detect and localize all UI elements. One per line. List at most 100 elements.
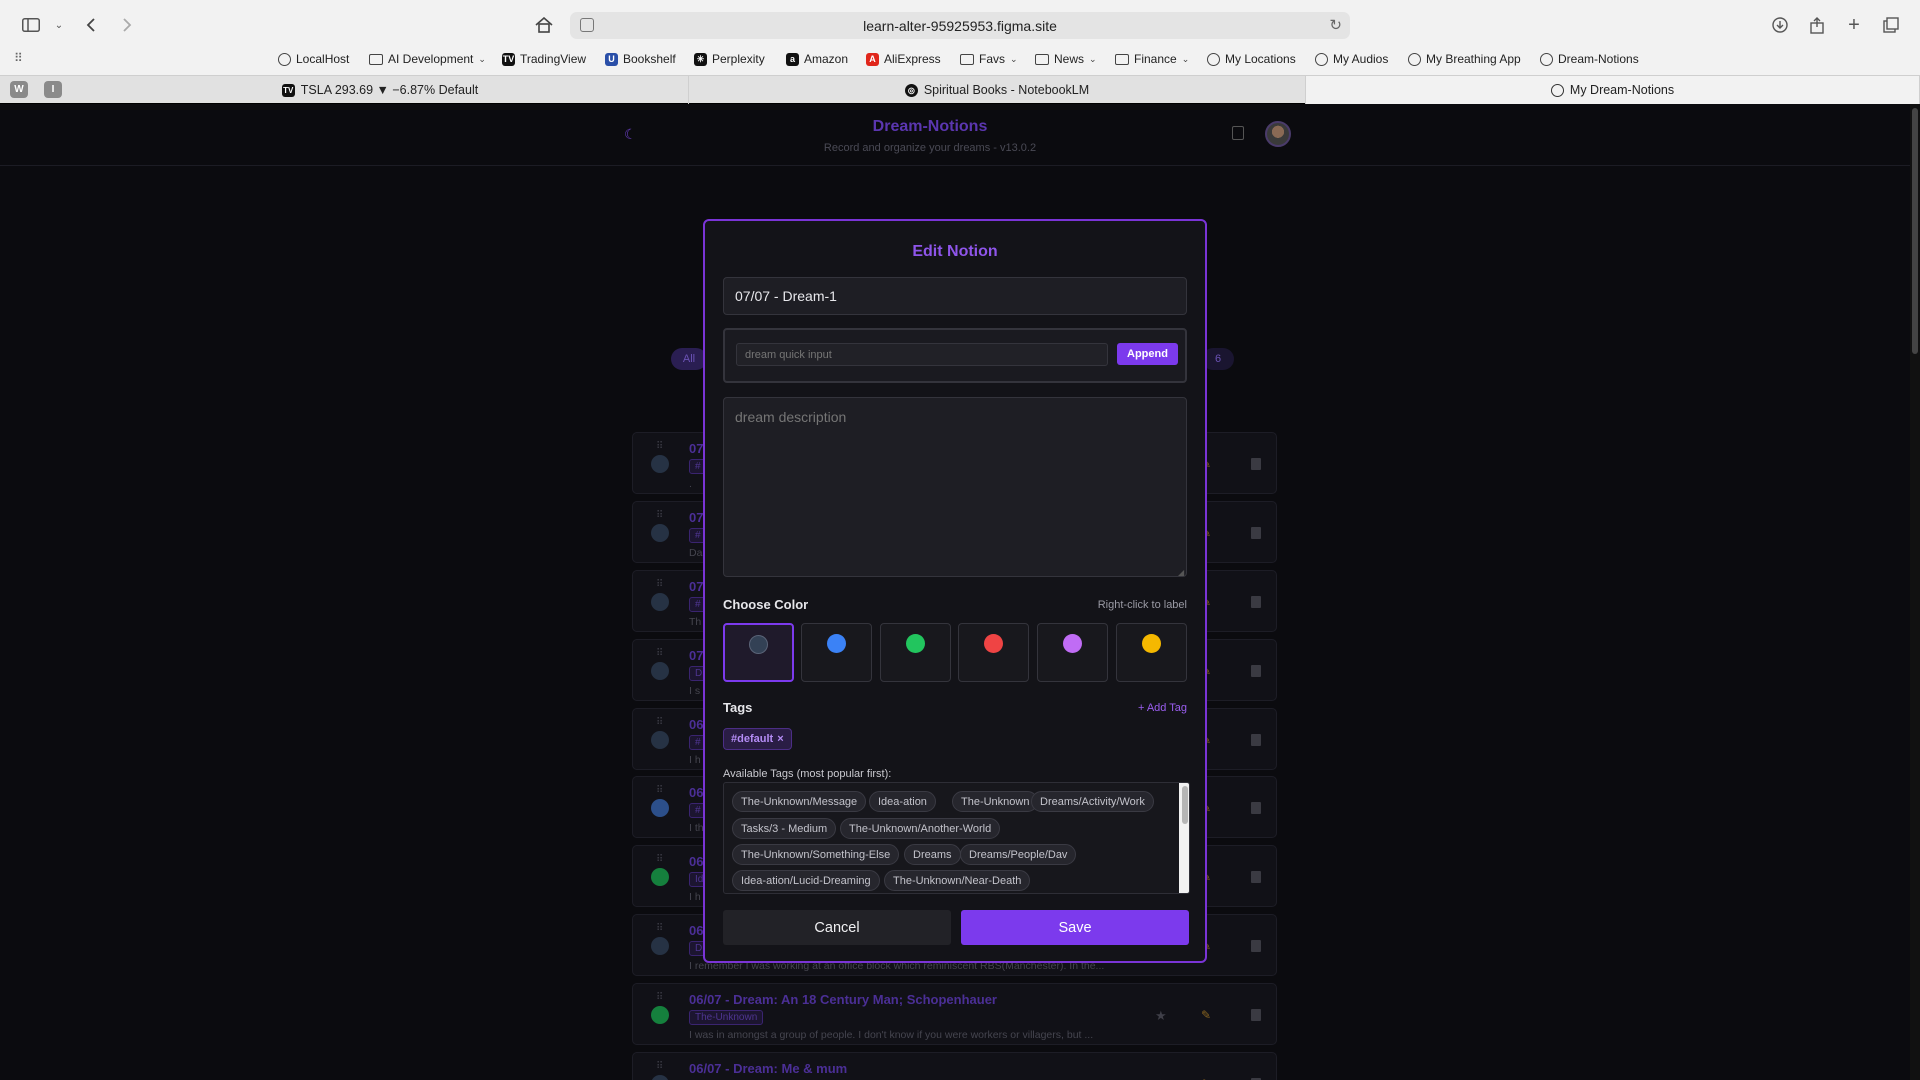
trash-icon[interactable]	[1251, 665, 1261, 677]
bookmark-bookshelf[interactable]: U Bookshelf	[605, 50, 676, 68]
cancel-button[interactable]: Cancel	[723, 910, 951, 945]
bookmark-my-locations[interactable]: My Locations	[1207, 50, 1296, 68]
trash-icon[interactable]	[1251, 734, 1261, 746]
trash-icon[interactable]	[1251, 458, 1261, 470]
selected-tag-chip[interactable]: #default ×	[723, 728, 792, 750]
row-title[interactable]: 07	[689, 648, 703, 663]
share-icon[interactable]	[1806, 14, 1828, 36]
site-settings-icon[interactable]	[580, 18, 594, 32]
row-title[interactable]: 06	[689, 785, 703, 800]
apps-grid-icon[interactable]: ⠿	[14, 51, 23, 65]
tab-dream-notions[interactable]: My Dream-Notions	[1306, 76, 1920, 104]
row-title[interactable]: 06/07 - Dream: An 18 Century Man; Schope…	[689, 992, 997, 1007]
available-tag[interactable]: The-Unknown	[952, 791, 1039, 812]
chevron-down-icon[interactable]: ⌄	[48, 14, 70, 36]
pinned-tab-w[interactable]: W	[10, 81, 28, 98]
color-swatch[interactable]	[723, 623, 794, 682]
bookmark-news[interactable]: News ⌄	[1035, 50, 1097, 68]
home-icon[interactable]	[533, 14, 555, 36]
dream-quick-input[interactable]	[736, 343, 1108, 366]
trash-icon[interactable]	[1251, 802, 1261, 814]
available-tag[interactable]: Dreams/People/Dav	[960, 844, 1077, 865]
star-icon[interactable]: ★	[1155, 1008, 1167, 1024]
row-title[interactable]: 07	[689, 579, 703, 594]
avatar[interactable]	[1265, 121, 1291, 147]
tab-tsla[interactable]: TV TSLA 293.69 ▼ −6.87% Default	[72, 76, 689, 104]
available-tag[interactable]: The-Unknown/Message	[732, 791, 867, 812]
trash-icon[interactable]	[1251, 596, 1261, 608]
save-button[interactable]: Save	[961, 910, 1189, 945]
tab-notebooklm[interactable]: ◎ Spiritual Books - NotebookLM	[689, 76, 1306, 104]
bookmark-ai-development[interactable]: AI Development ⌄	[369, 50, 486, 68]
color-swatch[interactable]	[880, 623, 951, 682]
dream-description-textarea[interactable]	[723, 397, 1187, 577]
tab-label: TSLA 293.69 ▼ −6.87% Default	[300, 83, 479, 97]
forward-icon[interactable]	[116, 14, 138, 36]
page-scrollbar-thumb[interactable]	[1912, 108, 1918, 354]
append-button[interactable]: Append	[1117, 343, 1178, 365]
available-tag[interactable]: The-Unknown/Another-World	[840, 818, 1001, 839]
notion-row[interactable]: ⠿ 06/07 - Dream: An 18 Century Man; Schop…	[632, 983, 1277, 1045]
color-swatch[interactable]	[1037, 623, 1108, 682]
downloads-icon[interactable]	[1769, 14, 1791, 36]
trash-icon[interactable]	[1251, 1009, 1261, 1021]
resize-grip-icon[interactable]: ◢	[1178, 568, 1184, 577]
bookmark-tradingview[interactable]: TV TradingView	[502, 50, 586, 68]
bookmark-favs[interactable]: Favs ⌄	[960, 50, 1018, 68]
back-icon[interactable]	[80, 14, 102, 36]
tags-scrollbar-thumb[interactable]	[1182, 786, 1188, 824]
clipboard-icon[interactable]	[1232, 126, 1244, 140]
available-tag[interactable]: Dreams	[904, 844, 961, 865]
drag-handle-icon[interactable]: ⠿	[656, 717, 664, 728]
drag-handle-icon[interactable]: ⠿	[656, 648, 664, 659]
available-tag[interactable]: The-Unknown/Something-Else	[732, 844, 900, 865]
reload-icon[interactable]: ↻	[1329, 16, 1342, 34]
bookmark-my-breathing-app[interactable]: My Breathing App	[1408, 50, 1521, 68]
drag-handle-icon[interactable]: ⠿	[656, 923, 664, 934]
add-tag-button[interactable]: + Add Tag	[1138, 702, 1187, 714]
notion-title-input[interactable]	[723, 277, 1187, 315]
notion-row[interactable]: ⠿06/07 - Dream: Me & mum★✎	[632, 1052, 1277, 1080]
drag-handle-icon[interactable]: ⠿	[656, 1061, 664, 1072]
drag-handle-icon[interactable]: ⠿	[656, 441, 664, 452]
color-swatch[interactable]	[801, 623, 872, 682]
row-title[interactable]: 06	[689, 717, 703, 732]
address-bar[interactable]: learn-alter-95925953.figma.site ↻	[570, 12, 1350, 39]
bookmark-perplexity[interactable]: ✳ Perplexity	[694, 50, 765, 68]
row-title[interactable]: 06/07 - Dream: Me & mum	[689, 1061, 847, 1076]
drag-handle-icon[interactable]: ⠿	[656, 992, 664, 1003]
trash-icon[interactable]	[1251, 940, 1261, 952]
row-title[interactable]: 07	[689, 441, 703, 456]
color-swatch[interactable]	[1116, 623, 1187, 682]
row-title[interactable]: 06	[689, 923, 703, 938]
bookmark-finance[interactable]: Finance ⌄	[1115, 50, 1189, 68]
available-tag[interactable]: Idea-ation	[869, 791, 936, 812]
folder-icon	[960, 53, 974, 65]
new-tab-icon[interactable]: +	[1843, 14, 1865, 36]
drag-handle-icon[interactable]: ⠿	[656, 785, 664, 796]
remove-tag-icon[interactable]: ×	[777, 733, 783, 745]
drag-handle-icon[interactable]: ⠿	[656, 579, 664, 590]
color-swatch[interactable]	[958, 623, 1029, 682]
available-tag[interactable]: Idea-ation/Lucid-Dreaming	[732, 870, 880, 891]
available-tag[interactable]: Tasks/3 - Medium	[732, 818, 837, 839]
drag-handle-icon[interactable]: ⠿	[656, 510, 664, 521]
bookmark-my-audios[interactable]: My Audios	[1315, 50, 1388, 68]
sidebar-toggle-icon[interactable]	[20, 14, 42, 36]
filter-pill-all[interactable]: All	[671, 348, 707, 370]
color-dot	[983, 634, 1003, 653]
trash-icon[interactable]	[1251, 871, 1261, 883]
pencil-icon[interactable]: ✎	[1201, 1008, 1211, 1022]
tab-overview-icon[interactable]	[1880, 14, 1902, 36]
drag-handle-icon[interactable]: ⠿	[656, 854, 664, 865]
available-tag[interactable]: The-Unknown/Near-Death	[884, 870, 1031, 891]
row-title[interactable]: 06	[689, 854, 703, 869]
available-tag[interactable]: Dreams/Activity/Work	[1031, 791, 1154, 812]
bookmark-amazon[interactable]: a Amazon	[786, 50, 848, 68]
bookmark-localhost[interactable]: LocalHost	[278, 50, 349, 68]
row-title[interactable]: 07	[689, 510, 703, 525]
trash-icon[interactable]	[1251, 527, 1261, 539]
bookmark-aliexpress[interactable]: A AliExpress	[866, 50, 941, 68]
pinned-tab-i[interactable]: I	[44, 81, 62, 98]
bookmark-dream-notions[interactable]: Dream-Notions	[1540, 50, 1639, 68]
